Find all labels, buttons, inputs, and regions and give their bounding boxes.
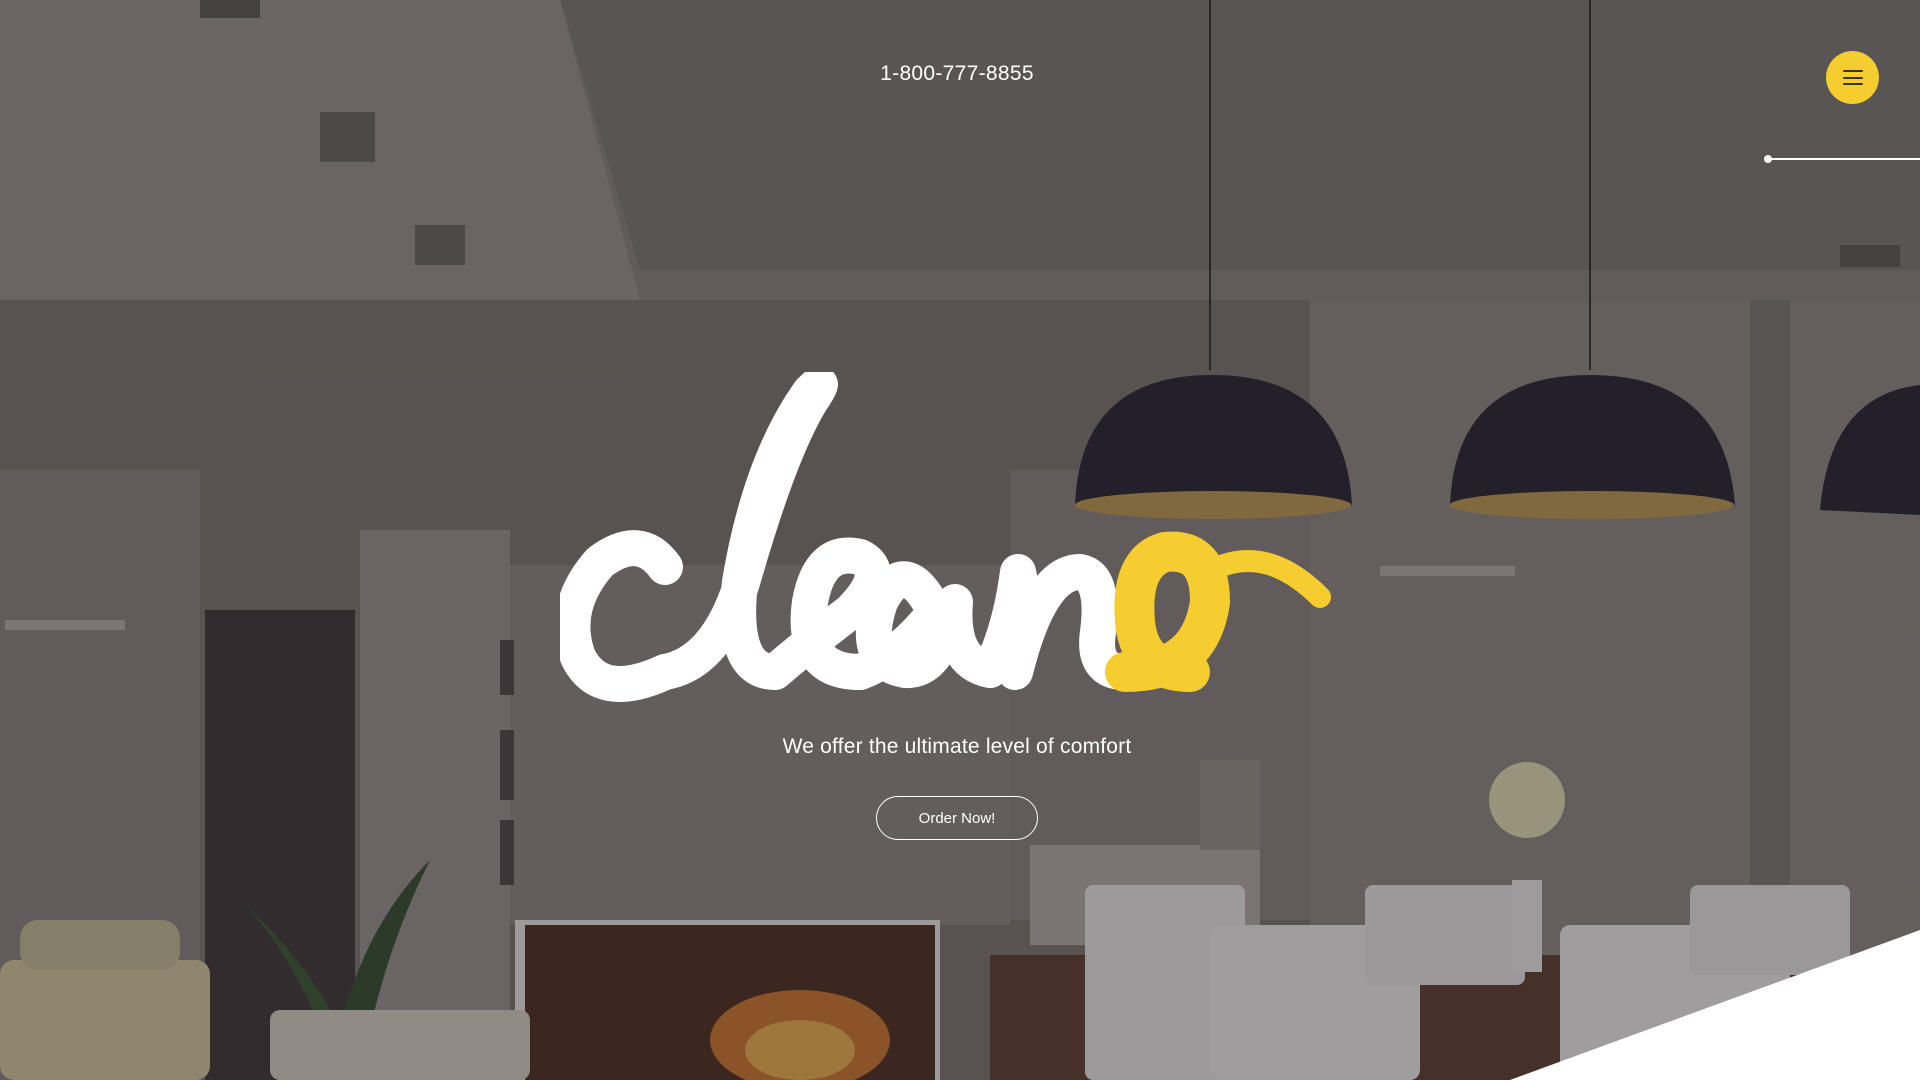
menu-button[interactable] bbox=[1826, 51, 1879, 104]
hero-tagline: We offer the ultimate level of comfort bbox=[782, 735, 1132, 758]
cleano-script-logo bbox=[560, 372, 1331, 702]
phone-number-link[interactable]: 1-800-777-8855 bbox=[0, 62, 1914, 86]
slide-indicator[interactable] bbox=[1764, 155, 1920, 163]
slide-indicator-line bbox=[1768, 158, 1920, 160]
order-now-button[interactable]: Order Now! bbox=[876, 796, 1038, 840]
slide-indicator-dot[interactable] bbox=[1764, 155, 1772, 163]
hamburger-menu-icon bbox=[1842, 70, 1863, 85]
hero-page: 1-800-777-8855 We offer the ultimate lev… bbox=[0, 0, 1920, 1080]
